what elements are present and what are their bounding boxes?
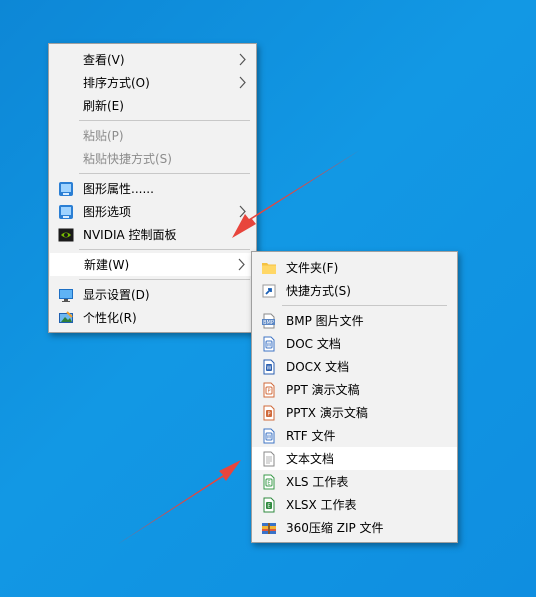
menu-item-label: 查看(V) xyxy=(83,53,125,67)
new-item-bmp[interactable]: BMP BMP 图片文件 xyxy=(252,309,457,332)
xlsx-file-icon: E xyxy=(263,497,275,513)
text-file-icon xyxy=(263,451,275,467)
menu-item-label: BMP 图片文件 xyxy=(286,314,364,328)
bmp-file-icon: BMP xyxy=(262,313,275,329)
xls-file-icon: E xyxy=(263,474,275,490)
svg-text:W: W xyxy=(267,435,272,441)
new-item-rtf[interactable]: W RTF 文件 xyxy=(252,424,457,447)
menu-item-label: PPT 演示文稿 xyxy=(286,383,360,397)
chevron-right-icon xyxy=(239,76,246,89)
new-item-360-zip[interactable]: 360压缩 ZIP 文件 xyxy=(252,516,457,539)
menu-item-label: DOCX 文档 xyxy=(286,360,350,374)
new-item-shortcut[interactable]: 快捷方式(S) xyxy=(252,279,457,302)
menu-item-sort-by[interactable]: 排序方式(O) xyxy=(49,71,256,94)
new-item-pptx[interactable]: P PPTX 演示文稿 xyxy=(252,401,457,424)
menu-separator xyxy=(79,120,250,121)
menu-item-refresh[interactable]: 刷新(E) xyxy=(49,94,256,117)
menu-item-label: 粘贴(P) xyxy=(83,129,124,143)
menu-item-label: 360压缩 ZIP 文件 xyxy=(286,521,384,535)
menu-item-graphics-properties[interactable]: 图形属性...... xyxy=(49,177,256,200)
menu-item-label: 显示设置(D) xyxy=(83,288,150,302)
menu-item-label: NVIDIA 控制面板 xyxy=(83,228,177,242)
svg-text:W: W xyxy=(267,366,272,372)
new-item-docx[interactable]: W DOCX 文档 xyxy=(252,355,457,378)
svg-text:E: E xyxy=(267,504,270,510)
personalize-icon xyxy=(59,311,73,323)
monitor-icon xyxy=(59,289,73,302)
zip-archive-icon xyxy=(262,523,276,534)
menu-item-label: RTF 文件 xyxy=(286,429,336,443)
menu-item-label: XLS 工作表 xyxy=(286,475,349,489)
menu-item-nvidia-control-panel[interactable]: NVIDIA 控制面板 xyxy=(49,223,256,246)
nvidia-icon xyxy=(58,228,74,242)
intel-graphics-icon xyxy=(59,205,73,219)
svg-text:W: W xyxy=(267,343,272,349)
menu-item-label: 图形选项 xyxy=(83,205,132,219)
menu-item-label: 粘贴快捷方式(S) xyxy=(83,152,172,166)
menu-item-new[interactable]: 新建(W) xyxy=(50,253,255,276)
menu-item-view[interactable]: 查看(V) xyxy=(49,48,256,71)
menu-item-label: 个性化(R) xyxy=(83,311,137,325)
chevron-right-icon xyxy=(239,205,246,218)
desktop-background[interactable]: 查看(V) 排序方式(O) 刷新(E) 粘贴(P) 粘贴快捷方式(S) 图形属性… xyxy=(0,0,536,597)
pptx-file-icon: P xyxy=(263,405,275,421)
new-item-doc[interactable]: W DOC 文档 xyxy=(252,332,457,355)
folder-icon xyxy=(262,263,276,274)
menu-item-label: 快捷方式(S) xyxy=(286,284,351,298)
menu-item-label: 新建(W) xyxy=(84,258,130,272)
desktop-context-menu: 查看(V) 排序方式(O) 刷新(E) 粘贴(P) 粘贴快捷方式(S) 图形属性… xyxy=(48,43,257,333)
red-arrow-to-text-document xyxy=(118,460,241,544)
intel-graphics-icon xyxy=(59,182,73,196)
menu-item-label: PPTX 演示文稿 xyxy=(286,406,368,420)
menu-item-graphics-options[interactable]: 图形选项 xyxy=(49,200,256,223)
svg-text:P: P xyxy=(267,412,270,418)
menu-item-label: 文件夹(F) xyxy=(286,261,339,275)
rtf-file-icon: W xyxy=(263,428,275,444)
menu-item-label: 刷新(E) xyxy=(83,99,124,113)
svg-text:BMP: BMP xyxy=(263,320,274,326)
new-item-xlsx[interactable]: E XLSX 工作表 xyxy=(252,493,457,516)
new-item-ppt[interactable]: P PPT 演示文稿 xyxy=(252,378,457,401)
menu-item-label: XLSX 工作表 xyxy=(286,498,357,512)
chevron-right-icon xyxy=(239,53,246,66)
menu-item-paste-shortcut: 粘贴快捷方式(S) xyxy=(49,147,256,170)
menu-item-label: 图形属性...... xyxy=(83,182,154,196)
menu-separator xyxy=(79,279,250,280)
ppt-file-icon: P xyxy=(263,382,275,398)
menu-item-personalize[interactable]: 个性化(R) xyxy=(49,306,256,329)
new-item-xls[interactable]: E XLS 工作表 xyxy=(252,470,457,493)
shortcut-arrow-icon xyxy=(262,284,276,298)
new-item-folder[interactable]: 文件夹(F) xyxy=(252,256,457,279)
new-item-text-document[interactable]: 文本文档 xyxy=(252,447,457,470)
menu-separator xyxy=(282,305,447,306)
docx-file-icon: W xyxy=(263,359,275,375)
menu-item-label: 文本文档 xyxy=(286,452,335,466)
doc-file-icon: W xyxy=(263,336,275,352)
menu-item-label: DOC 文档 xyxy=(286,337,341,351)
chevron-right-icon xyxy=(238,258,245,271)
menu-item-display-settings[interactable]: 显示设置(D) xyxy=(49,283,256,306)
menu-separator xyxy=(79,173,250,174)
svg-text:E: E xyxy=(267,481,270,487)
menu-item-label: 排序方式(O) xyxy=(83,76,150,90)
menu-separator xyxy=(79,249,250,250)
new-submenu: 文件夹(F) 快捷方式(S) BMP BMP 图片文件 W DOC 文档 W D… xyxy=(251,251,458,543)
svg-text:P: P xyxy=(267,389,270,395)
menu-item-paste: 粘贴(P) xyxy=(49,124,256,147)
